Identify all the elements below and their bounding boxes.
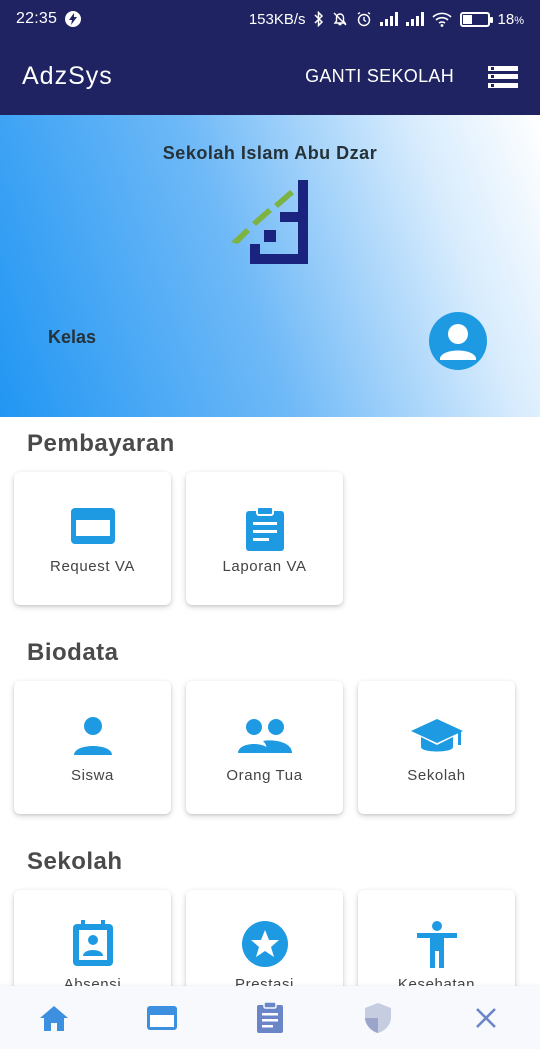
menu-card-siswa[interactable]: Siswa — [14, 681, 171, 814]
menu-card-laporan-va[interactable]: Laporan VA — [186, 472, 343, 605]
battery-level: 18% — [497, 10, 524, 28]
network-speed: 153KB/s — [248, 10, 306, 28]
nav-report[interactable] — [250, 998, 290, 1038]
section-title-sekolah: Sekolah — [27, 848, 123, 875]
battery-icon — [459, 11, 493, 27]
user-avatar-icon[interactable] — [429, 312, 487, 370]
section-title-pembayaran: Pembayaran — [27, 430, 175, 457]
home-icon — [40, 1005, 68, 1031]
menu-card-label: Sekolah — [407, 767, 466, 784]
nav-close[interactable] — [466, 998, 506, 1038]
school-logo — [231, 180, 308, 264]
shield-icon — [365, 1002, 391, 1033]
people-icon — [186, 715, 343, 759]
app-bar: AdzSys GANTI SEKOLAH — [0, 38, 540, 115]
section-title-biodata: Biodata — [27, 639, 119, 666]
bottom-navigation — [0, 986, 540, 1049]
status-bar: 22:35 153KB/s 18% — [0, 0, 540, 38]
mute-icon — [333, 12, 347, 26]
menu-card-sekolah[interactable]: Sekolah — [358, 681, 515, 814]
menu-card-label: Orang Tua — [226, 767, 303, 784]
menu-card-label: Siswa — [70, 767, 114, 784]
school-header: Sekolah Islam Abu Dzar Kelas — [0, 115, 540, 417]
graduation-cap-icon — [358, 715, 515, 759]
credit-card-icon — [14, 506, 171, 550]
school-name: Sekolah Islam Abu Dzar — [162, 143, 378, 163]
bluetooth-icon — [314, 11, 323, 27]
nav-security[interactable] — [358, 998, 398, 1038]
app-title: AdzSys — [22, 62, 113, 90]
clipboard-icon — [257, 1001, 283, 1033]
credit-card-icon — [147, 1005, 177, 1030]
status-time: 22:35 — [16, 10, 58, 27]
signal-2-icon — [405, 12, 424, 26]
close-icon — [476, 1007, 496, 1028]
star-icon — [186, 920, 343, 967]
class-label: Kelas — [48, 327, 97, 347]
alarm-icon — [357, 11, 370, 27]
charging-indicator-icon — [65, 11, 82, 27]
accessibility-icon — [358, 920, 515, 968]
menu-card-label: Request VA — [50, 558, 135, 575]
clipboard-icon — [186, 506, 343, 551]
nav-home[interactable] — [34, 998, 74, 1038]
person-icon — [14, 715, 171, 759]
list-menu-icon[interactable] — [488, 65, 518, 88]
menu-card-label: Laporan VA — [222, 558, 307, 575]
signal-1-icon — [379, 12, 398, 26]
nav-payment[interactable] — [142, 998, 182, 1038]
menu-card-orang-tua[interactable]: Orang Tua — [186, 681, 343, 814]
menu-card-request-va[interactable]: Request VA — [14, 472, 171, 605]
badge-icon — [14, 920, 171, 966]
change-school-button[interactable]: GANTI SEKOLAH — [305, 66, 454, 87]
wifi-icon — [431, 12, 452, 27]
